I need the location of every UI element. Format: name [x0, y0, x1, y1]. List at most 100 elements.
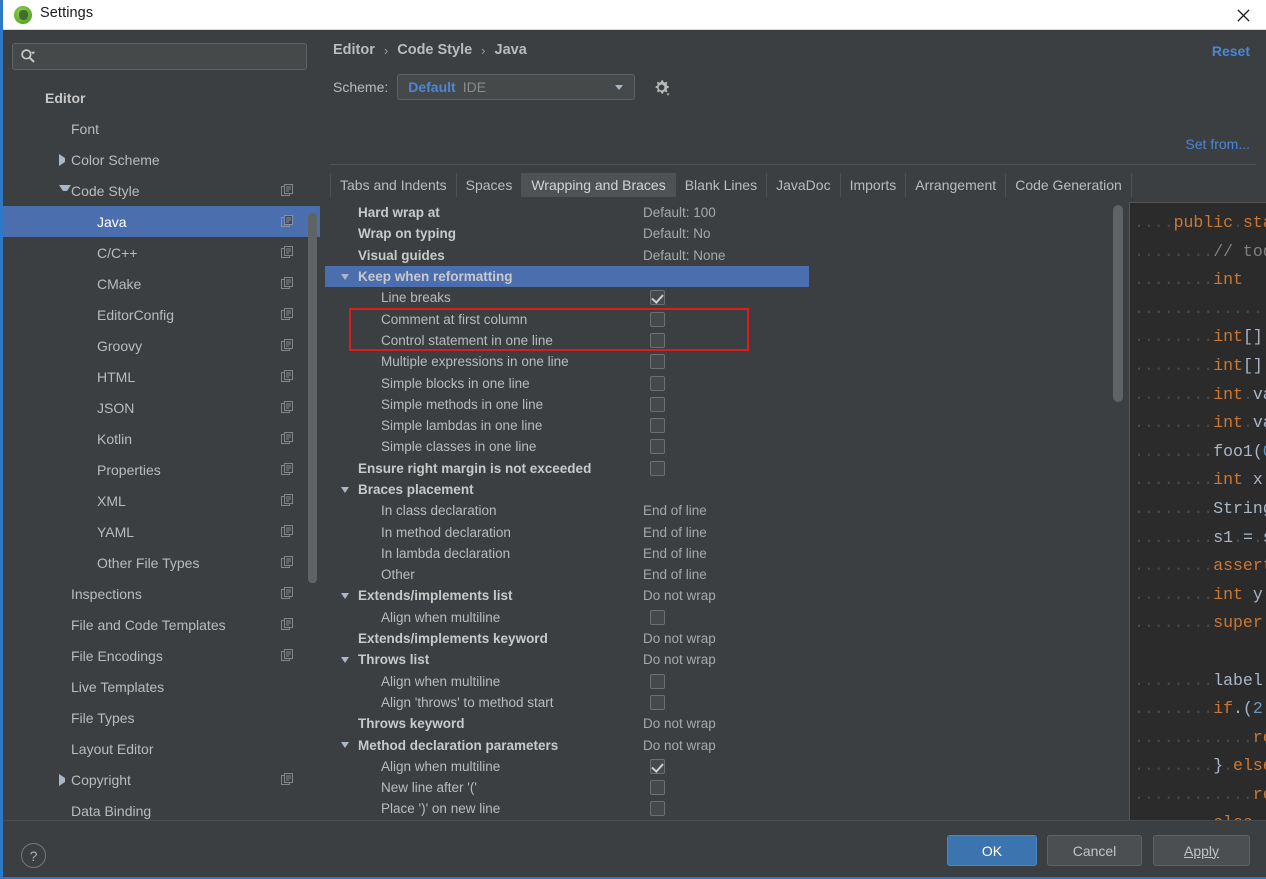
sidebar-item-html[interactable]: HTML [3, 361, 320, 392]
sidebar-item-color-scheme[interactable]: Color Scheme [3, 144, 320, 175]
chevron-right-icon[interactable] [59, 153, 71, 166]
tab-wrapping-and-braces[interactable]: Wrapping and Braces [522, 173, 676, 197]
breadcrumb-item[interactable]: Java [495, 42, 527, 58]
sidebar-item-file-types[interactable]: File Types [3, 702, 320, 733]
option-row[interactable]: Align when multiline [325, 607, 809, 628]
ok-button[interactable]: OK [947, 835, 1037, 866]
sidebar-item-code-style[interactable]: Code Style [3, 175, 320, 206]
option-row[interactable]: Align when multiline [325, 671, 809, 692]
sidebar-item-live-templates[interactable]: Live Templates [3, 671, 320, 702]
option-checkbox[interactable] [650, 311, 665, 327]
chevron-down-icon[interactable] [341, 592, 349, 599]
copy-scheme-icon[interactable] [281, 618, 294, 631]
option-row[interactable]: Throws list Do not wrap [325, 649, 809, 670]
option-value[interactable]: Do not wrap [643, 631, 716, 646]
scheme-select[interactable]: Default IDE [397, 74, 636, 100]
apply-button[interactable]: Apply [1153, 835, 1250, 866]
option-row[interactable]: In lambda declaration End of line [325, 543, 809, 564]
sidebar-item-json[interactable]: JSON [3, 392, 320, 423]
chevron-down-icon[interactable] [341, 273, 349, 280]
help-button[interactable]: ? [21, 843, 46, 868]
sidebar-item-yaml[interactable]: YAML [3, 516, 320, 547]
copy-scheme-icon[interactable] [281, 556, 294, 569]
option-value[interactable]: End of line [643, 525, 707, 540]
sidebar-item-editor[interactable]: Editor [3, 82, 320, 113]
option-row[interactable]: Other End of line [325, 564, 809, 585]
sidebar-item-file-and-code-templates[interactable]: File and Code Templates [3, 609, 320, 640]
option-checkbox[interactable] [650, 418, 665, 434]
copy-scheme-icon[interactable] [281, 463, 294, 476]
copy-scheme-icon[interactable] [281, 184, 294, 197]
option-checkbox[interactable] [650, 758, 665, 774]
options-scrollbar-thumb[interactable] [1113, 205, 1123, 402]
copy-scheme-icon[interactable] [281, 432, 294, 445]
sidebar-item-properties[interactable]: Properties [3, 454, 320, 485]
option-row[interactable]: Keep when reformatting [325, 265, 809, 288]
option-row[interactable]: Multiple expressions in one line [325, 351, 809, 372]
option-row[interactable]: In class declaration End of line [325, 500, 809, 521]
sidebar-item-groovy[interactable]: Groovy [3, 330, 320, 361]
copy-scheme-icon[interactable] [281, 215, 294, 228]
option-row[interactable]: Method declaration parameters Do not wrap [325, 734, 809, 755]
option-row[interactable]: In method declaration End of line [325, 521, 809, 542]
chevron-down-icon[interactable] [341, 486, 349, 493]
option-row[interactable]: Braces placement [325, 479, 809, 500]
option-checkbox[interactable] [650, 375, 665, 391]
option-checkbox[interactable] [650, 780, 665, 796]
copy-scheme-icon[interactable] [281, 277, 294, 290]
option-checkbox[interactable] [650, 332, 665, 348]
option-row[interactable]: Line breaks [325, 287, 809, 308]
copy-scheme-icon[interactable] [281, 587, 294, 600]
tab-arrangement[interactable]: Arrangement [906, 173, 1007, 197]
tab-code-generation[interactable]: Code Generation [1006, 173, 1132, 197]
option-checkbox[interactable] [650, 460, 665, 476]
sidebar-item-xml[interactable]: XML [3, 485, 320, 516]
copy-scheme-icon[interactable] [281, 525, 294, 538]
sidebar-item-inspections[interactable]: Inspections [3, 578, 320, 609]
option-row[interactable]: Control statement in one line [325, 330, 809, 351]
option-value[interactable]: Default: None [643, 248, 726, 263]
option-value[interactable]: Do not wrap [643, 652, 716, 667]
option-row[interactable]: Extends/implements list Do not wrap [325, 585, 809, 606]
option-checkbox[interactable] [650, 609, 665, 625]
option-checkbox[interactable] [650, 694, 665, 710]
sidebar-item-kotlin[interactable]: Kotlin [3, 423, 320, 454]
copy-scheme-icon[interactable] [281, 339, 294, 352]
option-row[interactable]: Align 'throws' to method start [325, 692, 809, 713]
tab-imports[interactable]: Imports [841, 173, 907, 197]
option-row[interactable]: Throws keyword Do not wrap [325, 713, 809, 734]
copy-scheme-icon[interactable] [281, 370, 294, 383]
option-checkbox[interactable] [650, 673, 665, 689]
copy-scheme-icon[interactable] [281, 649, 294, 662]
sidebar-item-other-file-types[interactable]: Other File Types [3, 547, 320, 578]
sidebar-item-cmake[interactable]: CMake [3, 268, 320, 299]
option-value[interactable]: Default: No [643, 226, 711, 241]
option-checkbox[interactable] [650, 801, 665, 817]
copy-scheme-icon[interactable] [281, 308, 294, 321]
option-row[interactable]: Extends/implements keyword Do not wrap [325, 628, 809, 649]
option-row[interactable]: New line after '(' [325, 777, 809, 798]
option-row[interactable]: Hard wrap at Default: 100 [325, 202, 809, 223]
sidebar-item-java[interactable]: Java [3, 206, 320, 237]
option-row[interactable]: Simple classes in one line [325, 436, 809, 457]
search-input[interactable] [37, 45, 306, 68]
set-from-link[interactable]: Set from... [1185, 136, 1250, 152]
copy-scheme-icon[interactable] [281, 246, 294, 259]
copy-scheme-icon[interactable] [281, 773, 294, 786]
option-value[interactable]: Default: 100 [643, 205, 716, 220]
sidebar-item-font[interactable]: Font [3, 113, 320, 144]
breadcrumb-item[interactable]: Editor [333, 42, 375, 58]
option-row[interactable]: Wrap on typing Default: No [325, 223, 809, 244]
tab-blank-lines[interactable]: Blank Lines [676, 173, 768, 197]
option-row[interactable]: Simple methods in one line [325, 394, 809, 415]
copy-scheme-icon[interactable] [281, 494, 294, 507]
cancel-button[interactable]: Cancel [1047, 835, 1142, 866]
sidebar-item-layout-editor[interactable]: Layout Editor [3, 733, 320, 764]
option-value[interactable]: Do not wrap [643, 716, 716, 731]
chevron-down-icon[interactable] [341, 656, 349, 663]
option-row[interactable]: Simple blocks in one line [325, 372, 809, 393]
option-row[interactable]: Align when multiline [325, 756, 809, 777]
option-checkbox[interactable] [650, 354, 665, 370]
option-checkbox[interactable] [650, 439, 665, 455]
gear-icon[interactable] [652, 78, 671, 97]
